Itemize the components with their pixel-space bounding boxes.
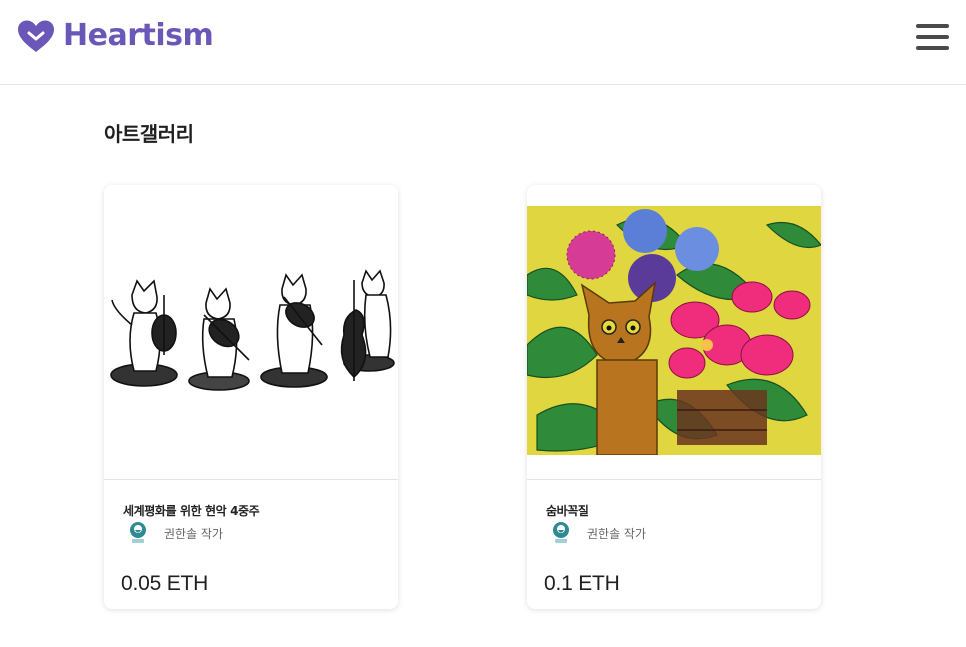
- artist-name: 권한솔 작가: [164, 526, 224, 541]
- hamburger-menu-icon[interactable]: [916, 22, 949, 52]
- artwork-card[interactable]: 숨바꼭질 권한솔 작가 0.1 ETH: [527, 185, 821, 609]
- string-quartet-cats-illustration: [110, 269, 395, 391]
- top-nav: Heartism: [0, 0, 966, 85]
- artwork-image: [527, 185, 821, 480]
- heart-icon: [18, 20, 54, 52]
- artwork-price: 0.05 ETH: [121, 572, 209, 595]
- artist-avatar-icon: [130, 522, 146, 543]
- artwork-image: [104, 185, 398, 480]
- artwork-title: 세계평화를 위한 현악 4중주: [123, 504, 260, 518]
- artwork-title: 숨바꼭질: [546, 504, 589, 518]
- artwork-price: 0.1 ETH: [544, 572, 620, 595]
- artist-info: 권한솔 작가: [126, 521, 223, 545]
- page-title: 아트갤러리: [104, 122, 194, 146]
- brand-name: Heartism: [63, 18, 214, 53]
- artist-avatar-icon: [553, 522, 569, 543]
- hide-and-seek-painting: [527, 206, 821, 479]
- artist-name: 권한솔 작가: [587, 526, 647, 541]
- artist-info: 권한솔 작가: [549, 521, 646, 545]
- artwork-card[interactable]: 세계평화를 위한 현악 4중주 권한솔 작가 0.05 ETH: [104, 185, 398, 609]
- logo-link[interactable]: Heartism: [16, 18, 214, 53]
